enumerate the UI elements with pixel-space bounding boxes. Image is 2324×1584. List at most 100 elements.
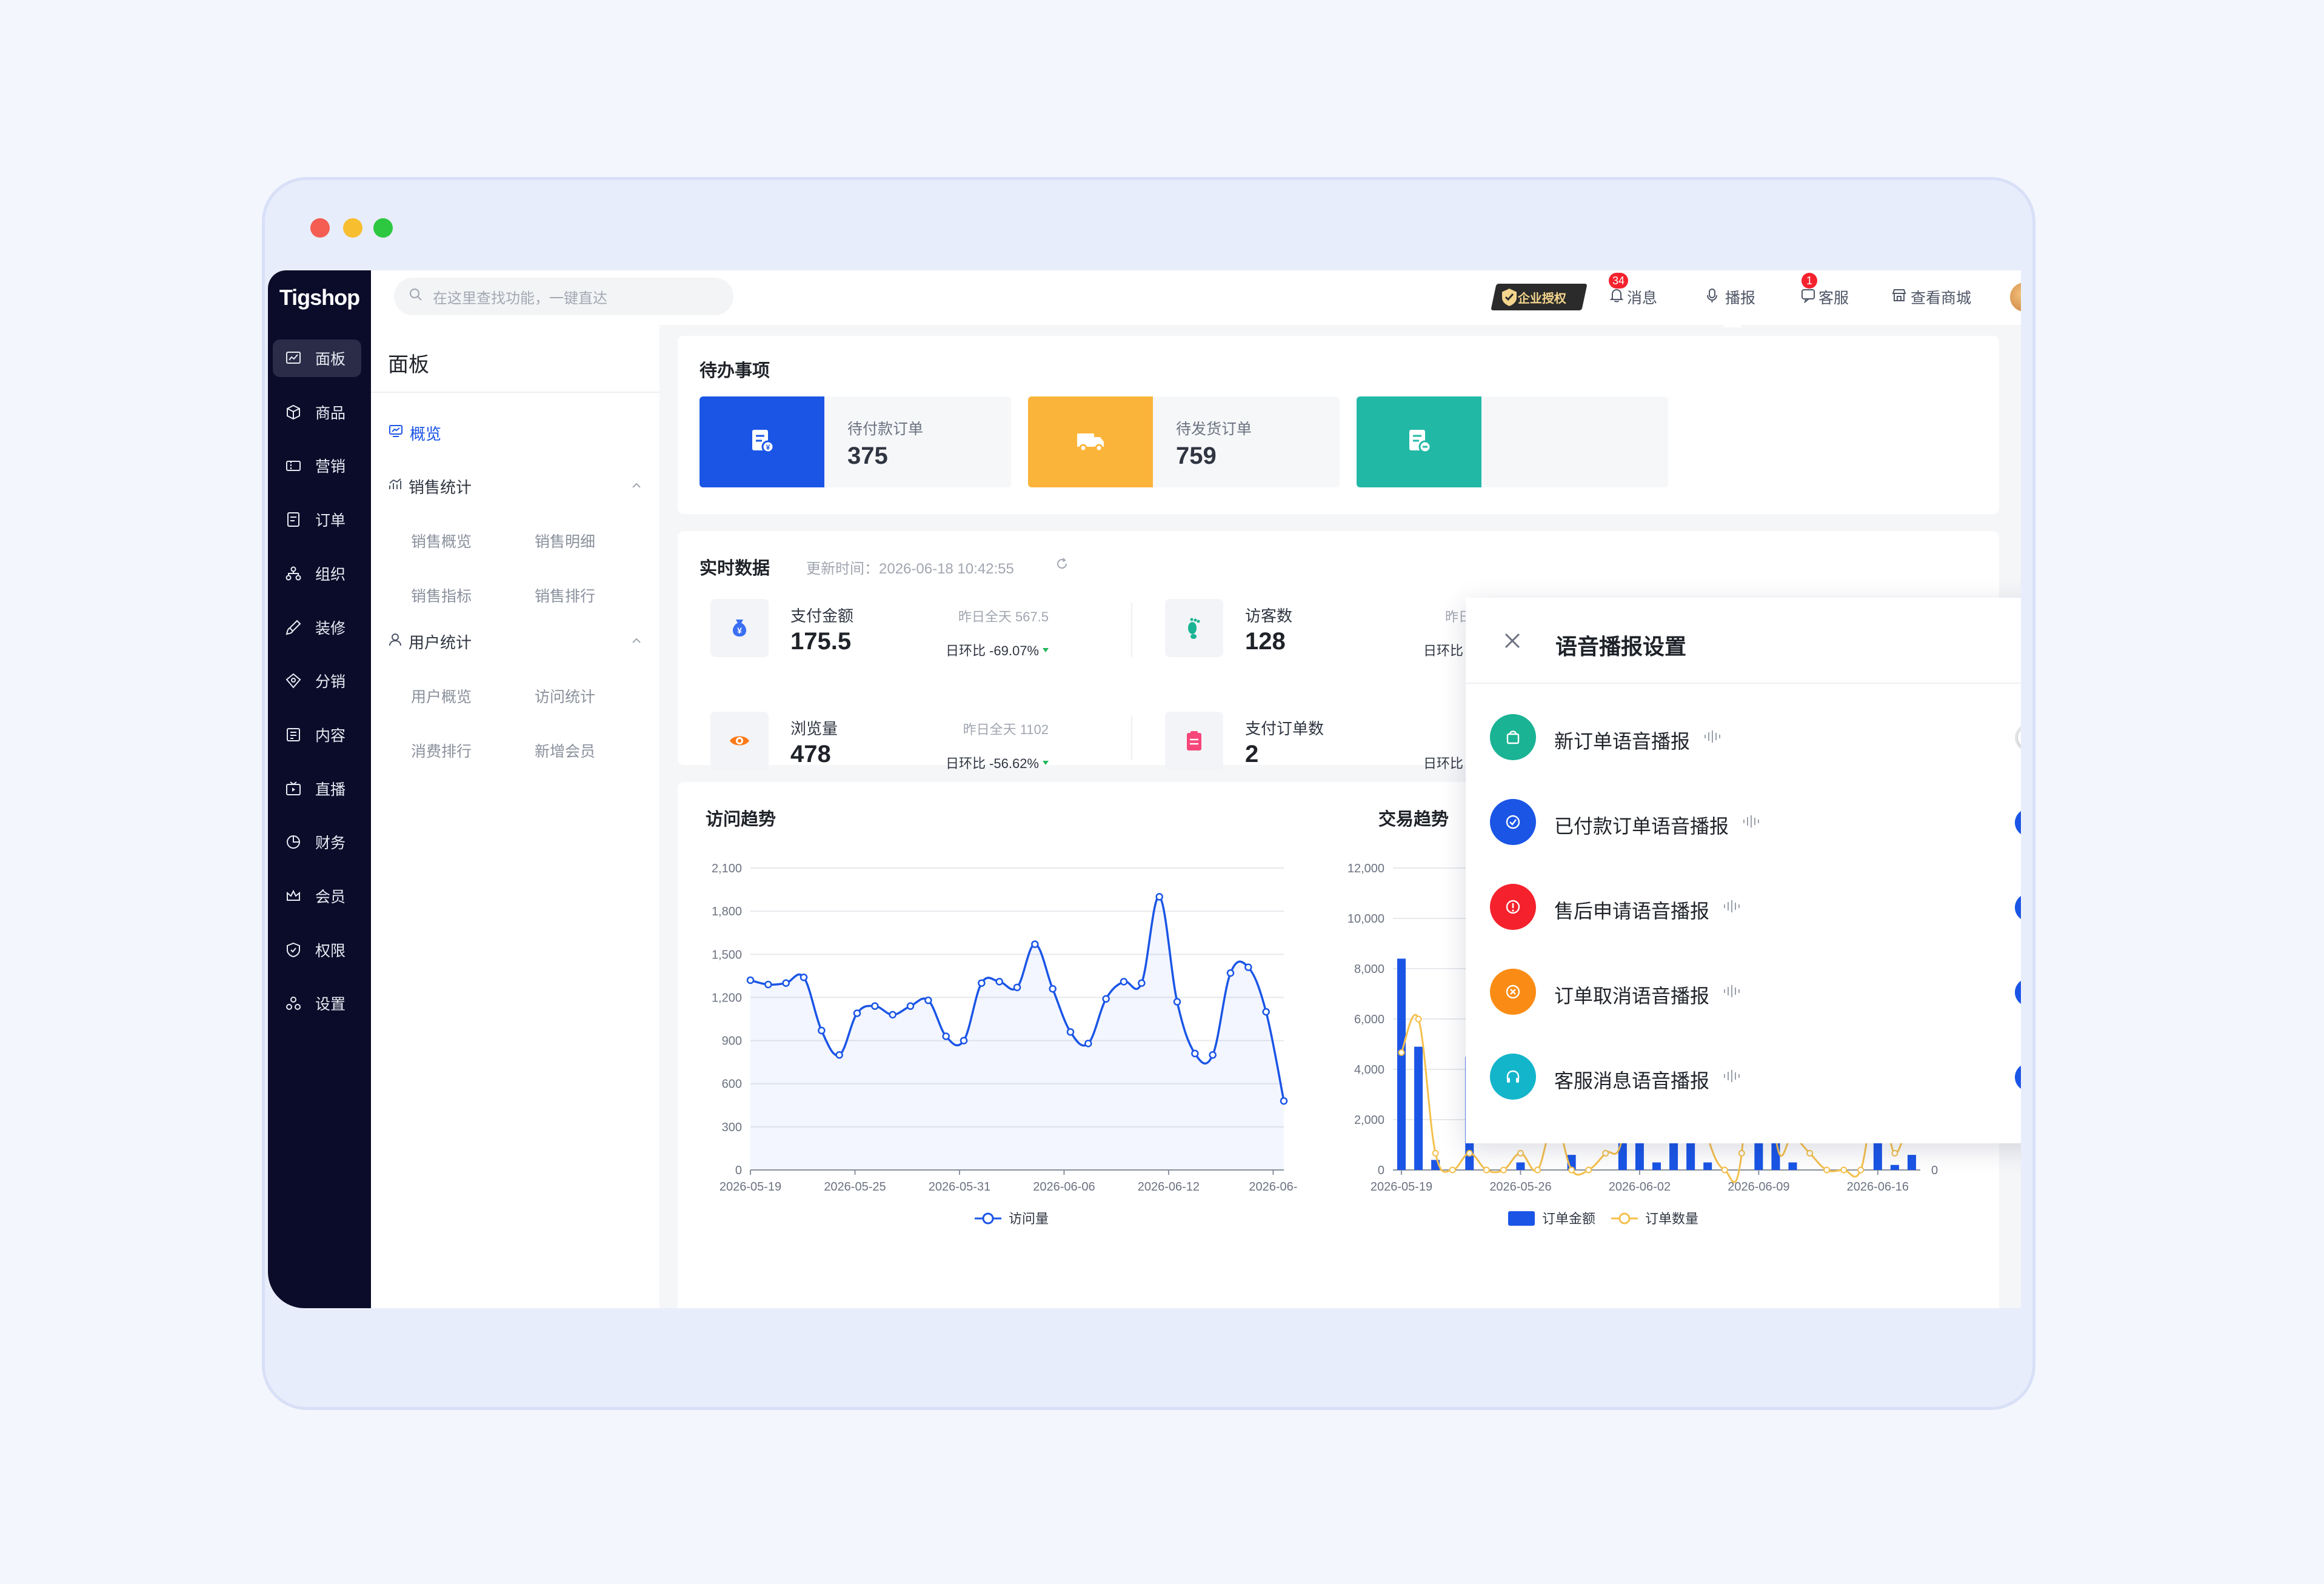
view-store-label: 查看商城: [1911, 290, 1972, 307]
sound-wave-icon[interactable]: [1742, 815, 1760, 831]
metric-ratio: 日环比 -69.07%: [946, 640, 1049, 660]
x-tick-label: 2026-06-16: [1847, 1180, 1909, 1194]
view-store-button[interactable]: 查看商城: [1891, 285, 1971, 309]
y-tick-label: 1,500: [712, 948, 742, 961]
brand-logo: Tigshop: [279, 285, 360, 310]
sidebar-item-7[interactable]: 内容: [273, 716, 361, 754]
sidebar-item-8[interactable]: 直播: [273, 770, 361, 807]
customer-service-badge: 1: [1801, 273, 1817, 289]
legend-swatch: [1508, 1211, 1535, 1226]
todo-third-tile: [1357, 396, 1481, 487]
spending-ranking-link[interactable]: 消费排行: [411, 740, 472, 761]
y-tick-label: 300: [722, 1121, 742, 1134]
divider: [1131, 603, 1132, 657]
voice-toggle[interactable]: [2015, 978, 2021, 1006]
sidebar-item-4[interactable]: 组织: [273, 555, 361, 592]
data-point: [1138, 979, 1146, 987]
sidebar-item-label: 营销: [315, 458, 346, 476]
window-minimize-dot[interactable]: [343, 218, 362, 238]
toggle-knob: [2018, 727, 2021, 749]
sidebar-item-3[interactable]: 订单: [273, 501, 361, 538]
data-point: [782, 979, 790, 987]
sidebar-item-12[interactable]: 设置: [273, 984, 361, 1022]
close-icon[interactable]: [1502, 630, 1523, 654]
visit-stats-link[interactable]: 访问统计: [535, 685, 595, 707]
metric-label: 支付金额: [790, 607, 854, 625]
data-point: [906, 1002, 915, 1010]
broadcast-button[interactable]: 播报: [1705, 285, 1755, 309]
todo-title: 待办事项: [700, 361, 770, 381]
x-tick-label: 2026-06-09: [1728, 1180, 1789, 1194]
voice-toggle[interactable]: [2015, 894, 2021, 921]
sound-wave-icon[interactable]: [1723, 900, 1741, 916]
refresh-icon[interactable]: [1055, 556, 1069, 574]
x-tick-label: 2026-06-: [1249, 1180, 1297, 1194]
realtime-title: 实时数据: [700, 559, 770, 578]
sidebar-item-label: 会员: [315, 889, 346, 906]
sidebar-item-10[interactable]: 会员: [273, 877, 361, 915]
window-maximize-dot[interactable]: [373, 218, 393, 238]
data-point: [1280, 1097, 1288, 1105]
data-point: [1483, 1166, 1490, 1174]
todo-third-item[interactable]: [1357, 396, 1668, 487]
search-input[interactable]: 在这里查找功能，一键直达: [394, 278, 733, 315]
sidebar-item-label: 设置: [315, 996, 346, 1014]
sidebar-item-9[interactable]: 财务: [273, 823, 361, 861]
divider: [1466, 683, 2021, 684]
trade-trend-title: 交易趋势: [1378, 810, 1449, 829]
y-tick-label: 4,000: [1354, 1063, 1384, 1077]
sidebar-item-1[interactable]: 商品: [273, 393, 361, 431]
data-point: [1840, 1166, 1848, 1174]
cancel-icon: [1490, 969, 1536, 1015]
sidebar: Tigshop 面板商品营销订单组织装修分销内容直播财务会员权限设置: [268, 270, 371, 1308]
sidebar-item-5[interactable]: 装修: [273, 609, 361, 646]
sidebar-item-6[interactable]: 分销: [273, 662, 361, 700]
data-point: [1120, 978, 1128, 986]
sidebar-item-2[interactable]: 营销: [273, 447, 361, 484]
customer-service-button[interactable]: 客服 1: [1800, 273, 1849, 309]
todo-pending-shipment[interactable]: 待发货订单 759: [1028, 396, 1340, 487]
data-point: [1432, 1149, 1439, 1157]
user-menu[interactable]: admin: [2010, 282, 2021, 312]
sales-overview-link[interactable]: 销售概览: [411, 530, 472, 552]
voice-setting-label: 客服消息语音播报: [1554, 1070, 1710, 1092]
sales-detail-link[interactable]: 销售明细: [535, 530, 595, 552]
sidebar-item-11[interactable]: 权限: [273, 931, 361, 969]
window-close-dot[interactable]: [310, 218, 330, 238]
file-icon: [285, 726, 302, 743]
sales-ranking-link[interactable]: 销售排行: [535, 584, 595, 606]
settings-icon: [285, 995, 302, 1012]
sound-wave-icon[interactable]: [1723, 1069, 1741, 1086]
new-members-link[interactable]: 新增会员: [535, 740, 595, 761]
metric-value: 128: [1245, 628, 1286, 655]
user-overview-link[interactable]: 用户概览: [411, 685, 472, 707]
sound-wave-icon[interactable]: [1703, 730, 1721, 746]
overview-link[interactable]: 概览: [388, 422, 441, 444]
bar: [1890, 1165, 1899, 1170]
voice-toggle[interactable]: [2015, 809, 2021, 837]
data-point: [889, 1011, 897, 1019]
metric-value: 2: [1245, 741, 1259, 767]
data-point: [1721, 1166, 1728, 1174]
svg-text:¥: ¥: [766, 443, 770, 452]
data-point: [800, 973, 808, 981]
voice-toggle[interactable]: [2015, 724, 2021, 752]
user-stats-group[interactable]: 用户统计: [388, 630, 643, 653]
sidebar-item-label: 商品: [315, 404, 346, 422]
y-tick-label: 1,200: [712, 991, 742, 1004]
sound-wave-icon[interactable]: [1723, 984, 1741, 1001]
data-point: [853, 1009, 861, 1017]
messages-button[interactable]: 消息 34: [1609, 273, 1657, 309]
down-arrow-icon: [1043, 760, 1049, 765]
search-placeholder: 在这里查找功能，一键直达: [433, 290, 607, 307]
sidebar-item-0[interactable]: 面板: [273, 339, 361, 377]
sales-stats-group[interactable]: 销售统计: [388, 475, 643, 498]
metric-ratio: 日环比: [1423, 643, 1464, 658]
sales-metrics-link[interactable]: 销售指标: [411, 584, 472, 606]
sidebar-item-label: 财务: [315, 835, 346, 852]
data-point: [1049, 984, 1057, 993]
todo-pending-payment[interactable]: ¥ 待付款订单 375: [700, 396, 1011, 487]
data-point: [960, 1037, 968, 1044]
voice-toggle[interactable]: [2015, 1063, 2021, 1091]
data-point: [764, 980, 772, 989]
